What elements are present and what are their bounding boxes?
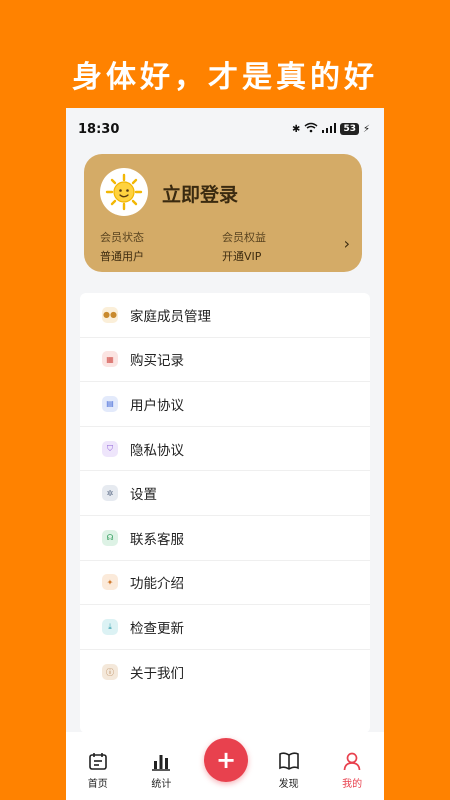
menu-item-privacy[interactable]: ⛉ 隐私协议	[80, 427, 370, 472]
download-icon: ⤓	[102, 618, 118, 635]
promo-banner-text: 身体好，才是真的好	[72, 60, 378, 95]
add-button[interactable]: +	[204, 738, 248, 782]
member-status-value: 普通用户	[100, 250, 144, 263]
tab-label: 我的	[342, 779, 363, 790]
shield-icon: ⛉	[102, 440, 118, 457]
menu-item-label: 家庭成员管理	[130, 308, 211, 325]
home-icon	[88, 749, 108, 773]
menu-item-label: 隐私协议	[130, 442, 184, 459]
user-icon	[342, 749, 362, 773]
star-icon: ✦	[102, 574, 118, 591]
document-icon: ▤	[102, 395, 118, 412]
menu-item-purchase-records[interactable]: ▦ 购买记录	[80, 338, 370, 383]
menu-item-about[interactable]: ⓘ 关于我们	[80, 650, 370, 695]
book-icon	[278, 749, 300, 773]
battery-indicator: 53	[340, 123, 359, 135]
calendar-icon: ▦	[102, 351, 118, 368]
headset-icon: ☊	[102, 529, 118, 546]
status-bar: 18:30 ✱ 53 ⚡	[66, 108, 384, 150]
menu-item-label: 购买记录	[130, 353, 184, 370]
tab-mine[interactable]: 我的	[324, 749, 380, 790]
menu-item-label: 设置	[130, 487, 157, 504]
member-status-label: 会员状态	[100, 231, 144, 244]
menu-item-user-agreement[interactable]: ▤ 用户协议	[80, 382, 370, 427]
tab-label: 首页	[87, 779, 108, 790]
info-icon: ⓘ	[102, 664, 118, 681]
bar-chart-icon	[151, 749, 171, 773]
member-rights-label: 会员权益	[222, 231, 266, 244]
sun-avatar-icon	[105, 173, 143, 211]
login-title[interactable]: 立即登录	[162, 180, 238, 207]
signal-icon	[322, 122, 337, 136]
menu-item-customer-service[interactable]: ☊ 联系客服	[80, 516, 370, 561]
menu-item-features[interactable]: ✦ 功能介绍	[80, 561, 370, 606]
family-icon: ●●	[102, 306, 118, 323]
menu-item-label: 关于我们	[130, 666, 184, 683]
tab-discover[interactable]: 发现	[261, 749, 317, 790]
chevron-right-icon[interactable]: ›	[344, 234, 350, 253]
menu-item-label: 功能介绍	[130, 576, 184, 593]
bluetooth-icon: ✱	[292, 123, 301, 135]
gear-icon: ✲	[102, 485, 118, 502]
member-rights-value[interactable]: 开通VIP	[222, 247, 266, 266]
phone-screen: 18:30 ✱ 53 ⚡ 立即登录 会员状态 普通用户 会员权益 开通VIP ›…	[66, 108, 384, 800]
login-card[interactable]: 立即登录 会员状态 普通用户 会员权益 开通VIP ›	[84, 154, 362, 272]
tab-home[interactable]: 首页	[70, 749, 126, 790]
menu-item-family[interactable]: ●● 家庭成员管理	[80, 293, 370, 338]
menu-item-label: 联系客服	[130, 531, 184, 548]
tab-label: 统计	[151, 779, 172, 790]
charging-icon: ⚡	[362, 123, 370, 135]
settings-menu: ●● 家庭成员管理 ▦ 购买记录 ▤ 用户协议 ⛉ 隐私协议 ✲ 设置 ☊ 联系…	[80, 293, 370, 733]
menu-item-settings[interactable]: ✲ 设置	[80, 471, 370, 516]
tab-statistics[interactable]: 统计	[133, 749, 189, 790]
menu-item-label: 用户协议	[130, 397, 184, 414]
tab-label: 发现	[278, 779, 299, 790]
status-time: 18:30	[78, 121, 120, 137]
menu-item-label: 检查更新	[130, 620, 184, 637]
wifi-icon	[304, 122, 318, 136]
avatar[interactable]	[100, 168, 148, 216]
menu-item-check-update[interactable]: ⤓ 检查更新	[80, 605, 370, 650]
